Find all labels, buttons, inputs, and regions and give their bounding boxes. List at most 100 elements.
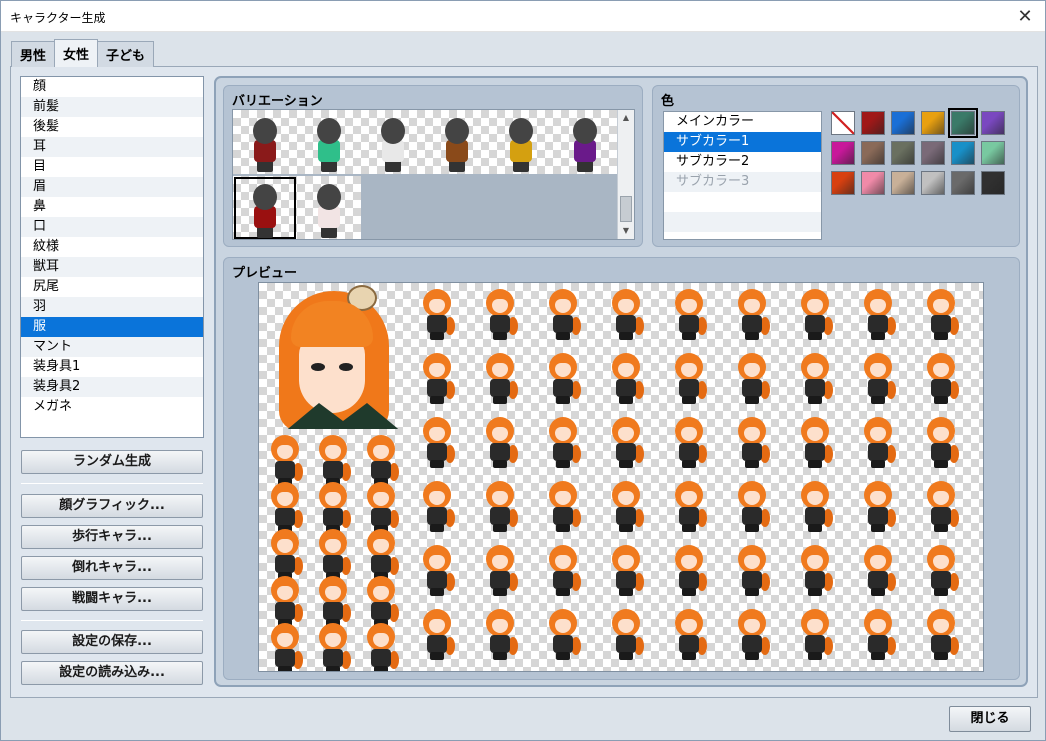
color-swatch[interactable] <box>981 141 1005 165</box>
preview-sprite <box>419 479 455 535</box>
random-generate-button[interactable]: ランダム生成 <box>21 450 203 474</box>
variation-sprite <box>505 118 537 172</box>
color-swatch[interactable] <box>951 171 975 195</box>
sprite-legs <box>871 524 885 532</box>
sprite-body <box>275 602 295 620</box>
color-swatch[interactable] <box>861 171 885 195</box>
variation-cell[interactable] <box>297 110 361 174</box>
color-swatch[interactable] <box>921 111 945 135</box>
sprite-legs <box>745 588 759 596</box>
color-swatch[interactable] <box>891 111 915 135</box>
variation-cell[interactable] <box>553 110 617 174</box>
color-swatch[interactable] <box>891 171 915 195</box>
sprite-legs <box>745 652 759 660</box>
variation-scrollbar[interactable]: ▲ ▼ <box>617 110 634 239</box>
scroll-thumb[interactable] <box>620 196 632 222</box>
color-slot-item[interactable]: サブカラー1 <box>664 132 821 152</box>
walk-character-button[interactable]: 歩行キャラ... <box>21 525 203 549</box>
sprite-legs <box>430 524 444 532</box>
battle-character-button[interactable]: 戦闘キャラ... <box>21 587 203 611</box>
face-graphic-button[interactable]: 顔グラフィック... <box>21 494 203 518</box>
color-slot-item[interactable]: サブカラー2 <box>664 152 821 172</box>
load-settings-button[interactable]: 設定の読み込み... <box>21 661 203 685</box>
color-swatch[interactable] <box>861 141 885 165</box>
sprite-body <box>323 508 343 526</box>
sprite-body <box>679 443 699 461</box>
parts-list-item[interactable]: 前髪 <box>21 97 203 117</box>
scroll-down-icon[interactable]: ▼ <box>618 223 634 239</box>
variation-cell[interactable] <box>233 176 297 239</box>
variation-cell[interactable] <box>489 110 553 174</box>
down-character-button[interactable]: 倒れキャラ... <box>21 556 203 580</box>
parts-list-item[interactable]: 顔 <box>21 77 203 97</box>
color-swatch[interactable] <box>831 171 855 195</box>
save-settings-button[interactable]: 設定の保存... <box>21 630 203 654</box>
preview-label: プレビュー <box>232 266 298 281</box>
preview-sprite <box>419 351 455 407</box>
sprite-head <box>317 118 341 144</box>
sprite-head <box>317 184 341 210</box>
sprite-legs <box>374 666 388 671</box>
color-swatch[interactable] <box>861 111 885 135</box>
parts-list-item[interactable]: 後髪 <box>21 117 203 137</box>
sprite-legs <box>871 332 885 340</box>
sprite-body <box>805 379 825 397</box>
variation-grid-box: ▲ ▼ <box>232 109 635 240</box>
parts-list-item[interactable]: メガネ <box>21 397 203 417</box>
color-swatch[interactable] <box>981 111 1005 135</box>
color-slot-list[interactable]: メインカラー サブカラー1 サブカラー2 サブカラー3 <box>663 111 822 240</box>
parts-list-item[interactable]: 眉 <box>21 177 203 197</box>
color-slot-empty <box>664 192 821 212</box>
tab-1[interactable]: 女性 <box>54 39 99 67</box>
sprite-legs <box>556 588 570 596</box>
color-swatch[interactable] <box>948 108 978 138</box>
color-swatch[interactable] <box>921 171 945 195</box>
parts-list-item[interactable]: 口 <box>21 217 203 237</box>
sprite-body <box>805 443 825 461</box>
color-slot-item[interactable]: メインカラー <box>664 112 821 132</box>
parts-list-item[interactable]: 獣耳 <box>21 257 203 277</box>
parts-list-item[interactable]: マント <box>21 337 203 357</box>
color-swatch[interactable] <box>951 141 975 165</box>
sprite-body <box>931 443 951 461</box>
variation-cell[interactable] <box>361 110 425 174</box>
parts-list-item[interactable]: 装身具2 <box>21 377 203 397</box>
scroll-up-icon[interactable]: ▲ <box>618 110 634 126</box>
parts-list-item[interactable]: 鼻 <box>21 197 203 217</box>
sprite-body <box>868 443 888 461</box>
color-swatch[interactable] <box>831 141 855 165</box>
parts-list-item[interactable]: 尻尾 <box>21 277 203 297</box>
parts-list[interactable]: 顔前髪 後髪耳目眉鼻口紋様 獣耳 尻尾羽服マント 装身具1 装身具2 メガネ <box>20 76 204 438</box>
variation-cell[interactable] <box>425 110 489 174</box>
close-icon[interactable]: ✕ <box>1005 1 1045 32</box>
color-swatch[interactable] <box>921 141 945 165</box>
variation-cell[interactable] <box>233 110 297 174</box>
color-swatch[interactable] <box>981 171 1005 195</box>
color-slot-item[interactable]: サブカラー3 <box>664 172 821 192</box>
sprite-legs <box>619 652 633 660</box>
parts-list-item[interactable]: 服 <box>21 317 203 337</box>
sprite-body <box>490 507 510 525</box>
preview-sprite <box>671 351 707 407</box>
parts-list-item[interactable]: 羽 <box>21 297 203 317</box>
preview-sprite <box>545 415 581 471</box>
parts-list-item[interactable]: 紋様 <box>21 237 203 257</box>
parts-list-item[interactable]: 目 <box>21 157 203 177</box>
parts-list-item[interactable]: 装身具1 <box>21 357 203 377</box>
sprite-body <box>490 571 510 589</box>
color-label: 色 <box>661 94 675 109</box>
variation-cell[interactable] <box>297 176 361 239</box>
preview-sprite <box>671 415 707 471</box>
sprite-legs <box>745 524 759 532</box>
sprite-legs <box>934 332 948 340</box>
color-swatch[interactable] <box>891 141 915 165</box>
tab-0[interactable]: 男性 <box>11 41 56 67</box>
sprite-legs <box>619 396 633 404</box>
variation-sprite <box>249 118 281 172</box>
close-button[interactable]: 閉じる <box>949 706 1031 732</box>
tab-2[interactable]: 子ども <box>97 41 155 67</box>
no-color-swatch[interactable] <box>831 111 855 135</box>
sprite-legs <box>493 396 507 404</box>
parts-list-item[interactable]: 耳 <box>21 137 203 157</box>
preview-sprite <box>482 287 518 343</box>
